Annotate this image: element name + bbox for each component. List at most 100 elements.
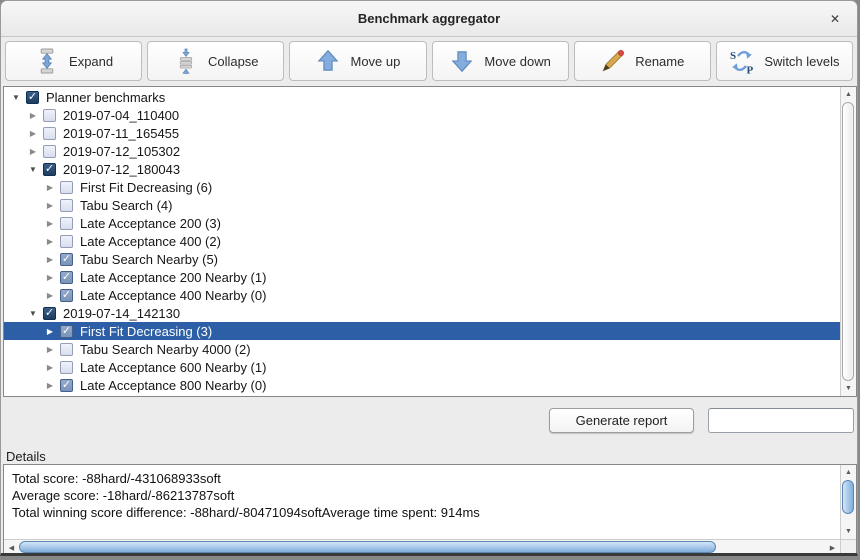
collapse-button[interactable]: Collapse xyxy=(147,41,284,81)
tree-row[interactable]: ▶ 2019-07-12_105302 xyxy=(4,142,841,160)
disclosure-triangle-icon[interactable]: ▶ xyxy=(44,237,56,246)
tree-row[interactable]: ▶ 2019-07-04_110400 xyxy=(4,106,841,124)
tree-row[interactable]: ▼ ✓ 2019-07-14_142130 xyxy=(4,304,841,322)
tree-item-label: 2019-07-12_180043 xyxy=(63,162,180,177)
disclosure-triangle-icon[interactable]: ▶ xyxy=(44,327,56,336)
checkbox[interactable] xyxy=(60,361,73,374)
disclosure-triangle-icon[interactable]: ▶ xyxy=(44,381,56,390)
tree-row[interactable]: ▶ ✓ Late Acceptance 200 Nearby (1) xyxy=(4,268,841,286)
tree-item-label: Tabu Search (4) xyxy=(80,198,173,213)
checkbox[interactable] xyxy=(60,181,73,194)
tree-row[interactable]: ▶ Late Acceptance 600 Nearby (1) xyxy=(4,358,841,376)
disclosure-triangle-icon[interactable]: ▼ xyxy=(27,309,39,318)
checkbox[interactable] xyxy=(43,127,56,140)
tree-row[interactable]: ▶ Tabu Search Nearby 4000 (2) xyxy=(4,340,841,358)
checkbox[interactable] xyxy=(60,217,73,230)
disclosure-triangle-icon[interactable]: ▶ xyxy=(44,345,56,354)
disclosure-triangle-icon[interactable]: ▼ xyxy=(10,93,22,102)
disclosure-triangle-icon[interactable]: ▶ xyxy=(44,255,56,264)
scroll-up-icon[interactable]: ▲ xyxy=(841,87,856,102)
tree-item-label: 2019-07-12_105302 xyxy=(63,144,180,159)
rename-button[interactable]: Rename xyxy=(574,41,711,81)
checkbox[interactable] xyxy=(60,343,73,356)
details-horizontal-scrollbar[interactable]: ◀ ▶ xyxy=(4,539,841,555)
tree-row[interactable]: ▶ Late Acceptance 200 (3) xyxy=(4,214,841,232)
tree-row[interactable]: ▶ Tabu Search (4) xyxy=(4,196,841,214)
tree-row[interactable]: ▶ ✓ Late Acceptance 800 Nearby (0) xyxy=(4,376,841,394)
tree-item-label: Late Acceptance 200 Nearby (1) xyxy=(80,270,266,285)
disclosure-triangle-icon[interactable]: ▼ xyxy=(27,165,39,174)
checkbox[interactable] xyxy=(60,235,73,248)
scroll-up-icon[interactable]: ▲ xyxy=(841,465,856,480)
tree-item-label: Late Acceptance 800 Nearby (0) xyxy=(80,378,266,393)
checkbox[interactable]: ✓ xyxy=(60,379,73,392)
move-up-icon xyxy=(315,48,341,74)
checkbox[interactable]: ✓ xyxy=(60,289,73,302)
tree-item-label: 2019-07-14_142130 xyxy=(63,306,180,321)
winning-score-line: Total winning score difference: -88hard/… xyxy=(12,504,832,521)
svg-text:S: S xyxy=(730,50,736,62)
rename-button-label: Rename xyxy=(635,54,684,69)
tree-row[interactable]: ▼ ✓ 2019-07-12_180043 xyxy=(4,160,841,178)
disclosure-triangle-icon[interactable]: ▶ xyxy=(44,363,56,372)
checkbox[interactable]: ✓ xyxy=(60,325,73,338)
details-panel: Total score: -88hard/-431068933soft Aver… xyxy=(3,464,857,556)
checkbox[interactable]: ✓ xyxy=(60,253,73,266)
checkbox[interactable]: ✓ xyxy=(60,271,73,284)
tree-row[interactable]: ▼ ✓ Planner benchmarks xyxy=(4,88,841,106)
checkbox[interactable]: ✓ xyxy=(43,163,56,176)
tree-row[interactable]: ▶ 2019-07-11_165455 xyxy=(4,124,841,142)
move-up-button-label: Move up xyxy=(350,54,400,69)
switch-levels-icon: S P xyxy=(729,48,755,74)
details-vscroll-thumb[interactable] xyxy=(842,480,854,514)
scroll-right-icon[interactable]: ▶ xyxy=(825,540,840,555)
disclosure-triangle-icon[interactable]: ▶ xyxy=(44,201,56,210)
generate-report-button[interactable]: Generate report xyxy=(549,408,694,433)
tree-scrollbar-thumb[interactable] xyxy=(842,102,854,381)
disclosure-triangle-icon[interactable]: ▶ xyxy=(44,291,56,300)
scroll-down-icon[interactable]: ▼ xyxy=(841,524,856,539)
checkbox[interactable]: ✓ xyxy=(43,307,56,320)
disclosure-triangle-icon[interactable]: ▶ xyxy=(44,183,56,192)
disclosure-triangle-icon[interactable]: ▶ xyxy=(44,219,56,228)
tree-item-label: Planner benchmarks xyxy=(46,90,165,105)
switch-levels-button[interactable]: S P Switch levels xyxy=(716,41,853,81)
tree-item-label: Late Acceptance 600 Nearby (1) xyxy=(80,360,266,375)
tree-vertical-scrollbar[interactable]: ▲ ▼ xyxy=(840,87,856,396)
move-down-button[interactable]: Move down xyxy=(432,41,569,81)
checkbox[interactable]: ✓ xyxy=(26,91,39,104)
disclosure-triangle-icon[interactable]: ▶ xyxy=(44,273,56,282)
expand-icon xyxy=(34,48,60,74)
tree-item-label: 2019-07-11_165455 xyxy=(63,126,179,141)
tree-row[interactable]: ▶ ✓ Tabu Search Nearby (5) xyxy=(4,250,841,268)
move-up-button[interactable]: Move up xyxy=(289,41,426,81)
collapse-icon xyxy=(173,48,199,74)
tree-item-label: Late Acceptance 400 (2) xyxy=(80,234,221,249)
scroll-left-icon[interactable]: ◀ xyxy=(4,540,19,555)
disclosure-triangle-icon[interactable]: ▶ xyxy=(27,147,39,156)
tree-row[interactable]: ▶ First Fit Decreasing (6) xyxy=(4,178,841,196)
tree: ▼ ✓ Planner benchmarks ▶ 2019-07-04_1104… xyxy=(4,88,841,394)
close-icon[interactable]: ✕ xyxy=(827,11,843,27)
report-name-input[interactable] xyxy=(708,408,854,433)
expand-button[interactable]: Expand xyxy=(5,41,142,81)
scroll-down-icon[interactable]: ▼ xyxy=(841,381,856,396)
details-text-area[interactable]: Total score: -88hard/-431068933soft Aver… xyxy=(12,470,832,521)
disclosure-triangle-icon[interactable]: ▶ xyxy=(27,111,39,120)
move-down-button-label: Move down xyxy=(484,54,550,69)
tree-row[interactable]: ▶ Late Acceptance 400 (2) xyxy=(4,232,841,250)
details-hscroll-thumb[interactable] xyxy=(19,541,716,553)
checkbox[interactable] xyxy=(60,199,73,212)
rename-icon xyxy=(600,48,626,74)
title-bar: Benchmark aggregator ✕ xyxy=(1,1,857,37)
details-section-label: Details xyxy=(6,449,46,464)
tree-row[interactable]: ▶ ✓ First Fit Decreasing (3) xyxy=(4,322,841,340)
tree-item-label: 2019-07-04_110400 xyxy=(63,108,179,123)
checkbox[interactable] xyxy=(43,145,56,158)
disclosure-triangle-icon[interactable]: ▶ xyxy=(27,129,39,138)
tree-item-label: First Fit Decreasing (3) xyxy=(80,324,212,339)
checkbox[interactable] xyxy=(43,109,56,122)
switch-levels-button-label: Switch levels xyxy=(764,54,839,69)
details-vertical-scrollbar[interactable]: ▲ ▼ xyxy=(840,465,856,539)
tree-row[interactable]: ▶ ✓ Late Acceptance 400 Nearby (0) xyxy=(4,286,841,304)
